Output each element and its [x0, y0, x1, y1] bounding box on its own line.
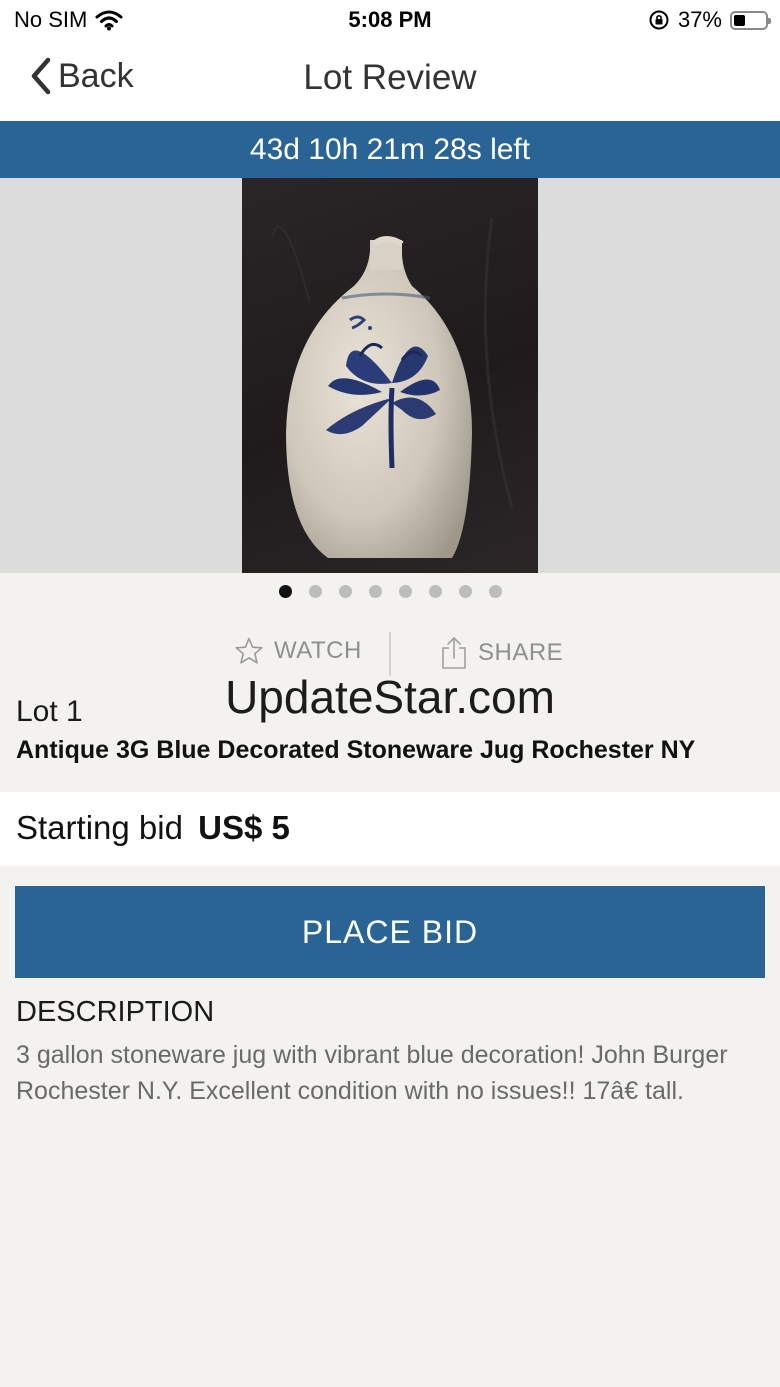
starting-bid-label: Starting bid: [16, 809, 183, 846]
status-right: 37%: [648, 7, 771, 33]
battery-percent: 37%: [677, 7, 722, 32]
page-dot[interactable]: [368, 585, 382, 598]
stoneware-jug-image: [271, 217, 514, 558]
lot-number: Lot 1: [16, 695, 83, 728]
page-dot[interactable]: [428, 585, 442, 598]
page-title: Lot Review: [303, 58, 477, 97]
status-bar: No SIM 5:08 PM 37%: [0, 0, 780, 40]
watermark-text: UpdateStar.com: [225, 671, 555, 723]
star-outline-icon: [235, 637, 263, 664]
starting-bid-amount: US$ 5: [198, 809, 290, 846]
share-icon: [442, 637, 466, 669]
description-body: 3 gallon stoneware jug with vibrant blue…: [16, 1041, 728, 1105]
time-left-banner: 43d 10h 21m 28s left: [0, 121, 780, 178]
starting-bid-text: Starting bid US$ 5: [16, 809, 290, 847]
watch-button[interactable]: WATCH: [234, 636, 362, 666]
share-label: SHARE: [478, 639, 564, 666]
page-dot[interactable]: [278, 585, 292, 598]
place-bid-button[interactable]: PLACE BID: [15, 886, 765, 978]
page-dot[interactable]: [458, 585, 472, 598]
page-indicator[interactable]: [0, 585, 780, 601]
orientation-lock-icon: [649, 10, 669, 30]
page-dot[interactable]: [308, 585, 322, 598]
battery-icon: [730, 10, 771, 30]
page-dot[interactable]: [488, 585, 502, 598]
nav-bar: Back Lot Review: [0, 40, 780, 121]
page-dot[interactable]: [398, 585, 412, 598]
description-heading: DESCRIPTION: [16, 996, 215, 1028]
share-button[interactable]: SHARE: [440, 636, 563, 670]
battery-tip: [768, 17, 771, 24]
battery-fill: [734, 14, 745, 26]
starting-bid-row: Starting bid US$ 5: [0, 792, 780, 866]
photo-gallery[interactable]: [0, 178, 780, 573]
lot-photo[interactable]: [242, 178, 538, 573]
page-dot[interactable]: [338, 585, 352, 598]
watch-label: WATCH: [274, 637, 362, 664]
lot-title: Antique 3G Blue Decorated Stoneware Jug …: [16, 736, 696, 764]
